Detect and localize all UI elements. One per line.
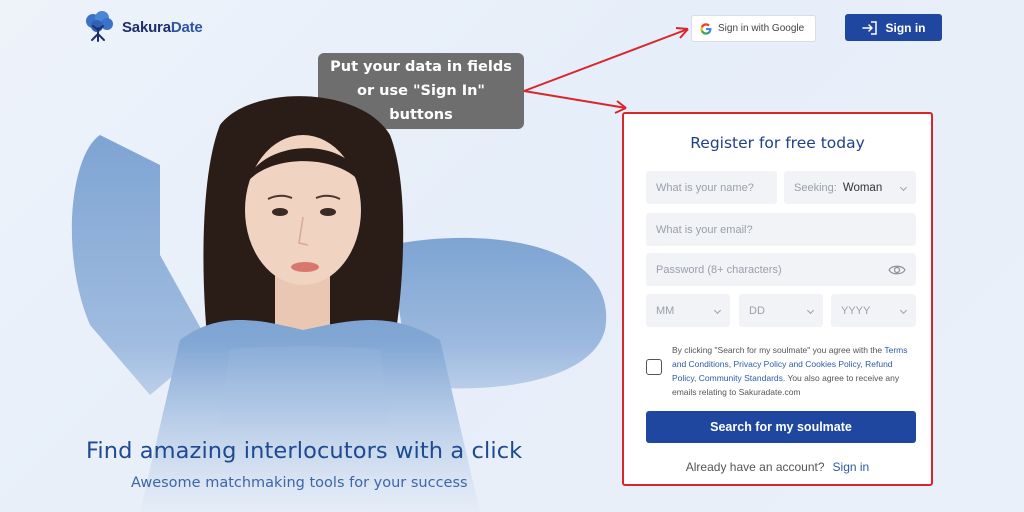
form-title: Register for free today: [690, 134, 865, 152]
birth-month-select[interactable]: MM: [646, 294, 730, 327]
google-icon: [700, 22, 712, 35]
callout-line-1: Put your data in fields: [330, 59, 512, 75]
eye-icon[interactable]: [888, 264, 906, 276]
sakura-tree-icon: [86, 11, 113, 42]
email-input[interactable]: What is your email?: [646, 213, 916, 246]
already-text: Already have an account?: [685, 460, 825, 474]
seeking-value: Woman: [842, 181, 883, 194]
search-soulmate-button[interactable]: Search for my soulmate: [646, 411, 916, 443]
login-icon: [861, 20, 877, 35]
chevron-down-icon: [806, 306, 815, 314]
registration-form: Register for free today What is your nam…: [622, 112, 933, 486]
email-placeholder: What is your email?: [656, 223, 753, 236]
name-placeholder: What is your name?: [656, 181, 754, 194]
consent-checkbox[interactable]: [646, 359, 662, 375]
seeking-label: Seeking:: [794, 181, 837, 194]
chevron-down-icon: [713, 306, 722, 314]
community-standards-link[interactable]: Community Standards: [699, 373, 783, 383]
month-placeholder: MM: [656, 304, 675, 317]
password-input[interactable]: Password (8+ characters): [646, 253, 916, 286]
privacy-link[interactable]: Privacy Policy and Cookies Policy: [733, 359, 860, 369]
year-placeholder: YYYY: [841, 304, 871, 317]
birth-day-select[interactable]: DD: [739, 294, 823, 327]
consent-text: By clicking "Search for my soulmate" you…: [672, 345, 908, 397]
signin-label: Sign in: [885, 20, 926, 35]
day-placeholder: DD: [749, 304, 765, 317]
brand-name: SakuraDate: [122, 18, 203, 36]
google-signin-label: Sign in with Google: [718, 23, 805, 34]
signin-button[interactable]: Sign in: [845, 14, 942, 41]
hero-title: Find amazing interlocutors with a click: [86, 438, 523, 464]
birth-year-select[interactable]: YYYY: [831, 294, 916, 327]
form-signin-link[interactable]: Sign in: [833, 460, 870, 474]
arrowhead-google: [675, 27, 689, 39]
brand-logo[interactable]: SakuraDate: [82, 10, 203, 44]
google-signin-button[interactable]: Sign in with Google: [691, 15, 816, 42]
already-account: Already have an account? Sign in: [624, 460, 931, 474]
name-input[interactable]: What is your name?: [646, 171, 777, 204]
seeking-select[interactable]: Seeking: Woman: [784, 171, 916, 204]
chevron-down-icon: [899, 306, 908, 314]
arrow-to-google: [523, 28, 689, 92]
chevron-down-icon: [899, 183, 908, 191]
hero-subtitle: Awesome matchmaking tools for your succe…: [131, 475, 468, 491]
password-placeholder: Password (8+ characters): [656, 263, 782, 276]
